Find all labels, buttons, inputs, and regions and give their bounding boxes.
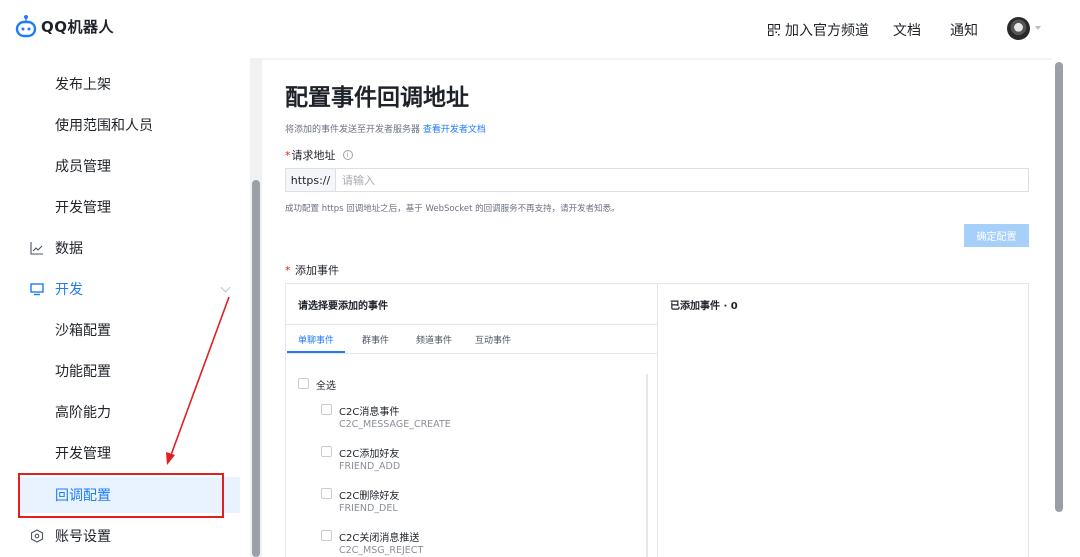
event-checkbox[interactable] bbox=[321, 488, 332, 499]
info-icon[interactable]: i bbox=[342, 150, 353, 160]
tab-group-events[interactable]: 群事件 bbox=[362, 333, 389, 346]
monitor-icon bbox=[30, 283, 44, 296]
sidebar-item-label: 开发管理 bbox=[55, 446, 111, 462]
page-title: 配置事件回调地址 bbox=[285, 85, 469, 111]
request-url-field: https:// bbox=[285, 168, 1029, 192]
sidebar-item-label: 功能配置 bbox=[55, 364, 111, 380]
sidebar-item-features[interactable]: 功能配置 bbox=[0, 353, 240, 389]
sidebar-item-account[interactable]: 账号设置 bbox=[0, 518, 240, 554]
tab-interaction-events[interactable]: 互动事件 bbox=[475, 333, 511, 346]
sidebar-item-sandbox[interactable]: 沙箱配置 bbox=[0, 312, 240, 348]
sidebar-item-publish[interactable]: 发布上架 bbox=[0, 66, 240, 102]
required-mark: * bbox=[285, 264, 291, 277]
main-scrollbar-thumb[interactable] bbox=[1055, 62, 1063, 512]
request-url-input[interactable] bbox=[336, 169, 1028, 191]
request-url-label-text: 请求地址 bbox=[291, 149, 336, 162]
event-list-scrollbar[interactable] bbox=[646, 374, 648, 557]
robot-logo-icon bbox=[15, 15, 37, 38]
event-code: FRIEND_DEL bbox=[339, 503, 398, 514]
page-description: 将添加的事件发送至开发者服务器 查看开发者文档 bbox=[285, 122, 486, 135]
tab-channel-events[interactable]: 频道事件 bbox=[416, 333, 452, 346]
sidebar-item-label: 开发管理 bbox=[55, 200, 111, 216]
annotation-highlight-box bbox=[18, 473, 224, 518]
added-events-title: 已添加事件 · 0 bbox=[670, 301, 738, 312]
tabs-divider bbox=[285, 353, 657, 354]
tab-c2c-events[interactable]: 单聊事件 bbox=[298, 333, 334, 346]
event-name: C2C消息事件 bbox=[339, 407, 400, 418]
sidebar-item-develop[interactable]: 开发 bbox=[0, 271, 240, 307]
top-bar: QQ机器人 加入官方频道 文档 通知 bbox=[0, 0, 1080, 58]
qr-code-icon bbox=[768, 24, 780, 36]
chevron-down-icon bbox=[220, 282, 231, 293]
sidebar-item-label: 开发 bbox=[55, 282, 83, 298]
hexagon-settings-icon bbox=[30, 529, 44, 543]
sidebar-item-data[interactable]: 数据 bbox=[0, 230, 240, 266]
event-checkbox[interactable] bbox=[321, 404, 332, 415]
event-name: C2C删除好友 bbox=[339, 491, 400, 502]
join-channel-label: 加入官方频道 bbox=[785, 23, 869, 39]
sidebar-scrollbar-thumb[interactable] bbox=[252, 180, 260, 557]
panel-divider bbox=[657, 283, 658, 557]
app-logo[interactable]: QQ机器人 bbox=[15, 14, 114, 38]
event-code: C2C_MESSAGE_CREATE bbox=[339, 419, 451, 430]
event-name: C2C添加好友 bbox=[339, 449, 400, 460]
sidebar-item-scope[interactable]: 使用范围和人员 bbox=[0, 107, 240, 143]
request-url-label: * 请求地址 i bbox=[285, 147, 353, 163]
url-note: 成功配置 https 回调地址之后，基于 WebSocket 的回调服务不再支持… bbox=[285, 204, 620, 214]
user-avatar[interactable] bbox=[1007, 17, 1030, 40]
sidebar-item-label: 使用范围和人员 bbox=[55, 118, 153, 134]
available-events-title: 请选择要添加的事件 bbox=[298, 301, 388, 312]
select-all-checkbox[interactable] bbox=[298, 378, 309, 389]
event-code: FRIEND_ADD bbox=[339, 461, 401, 472]
active-tab-indicator bbox=[287, 351, 345, 353]
sidebar-item-dev-management-1[interactable]: 开发管理 bbox=[0, 189, 240, 225]
add-event-label: * 添加事件 bbox=[285, 262, 339, 278]
event-checkbox[interactable] bbox=[321, 530, 332, 541]
sidebar-item-label: 沙箱配置 bbox=[55, 323, 111, 339]
sidebar-item-label: 高阶能力 bbox=[55, 405, 111, 421]
panel-header-divider bbox=[285, 324, 657, 325]
event-name: C2C关闭消息推送 bbox=[339, 533, 420, 544]
select-all-label: 全选 bbox=[316, 381, 336, 392]
developer-docs-link[interactable]: 查看开发者文档 bbox=[423, 125, 486, 135]
required-mark: * bbox=[285, 148, 291, 162]
sidebar-item-members[interactable]: 成员管理 bbox=[0, 148, 240, 184]
event-checkbox[interactable] bbox=[321, 446, 332, 457]
sidebar-item-label: 成员管理 bbox=[55, 159, 111, 175]
add-event-label-text: 添加事件 bbox=[295, 264, 339, 277]
sidebar-item-label: 发布上架 bbox=[55, 77, 111, 93]
confirm-config-button[interactable]: 确定配置 bbox=[964, 224, 1029, 247]
app-logo-text: QQ机器人 bbox=[41, 17, 115, 36]
docs-link[interactable]: 文档 bbox=[893, 20, 921, 40]
sidebar-item-advanced[interactable]: 高阶能力 bbox=[0, 394, 240, 430]
sidebar-item-label: 数据 bbox=[55, 241, 83, 257]
sidebar-item-label: 账号设置 bbox=[55, 529, 111, 545]
line-chart-icon bbox=[30, 242, 43, 255]
join-channel-link[interactable]: 加入官方频道 bbox=[768, 20, 869, 40]
description-text: 将添加的事件发送至开发者服务器 bbox=[285, 125, 421, 135]
notice-link[interactable]: 通知 bbox=[950, 20, 978, 40]
url-prefix: https:// bbox=[286, 169, 336, 191]
sidebar-item-dev-management-2[interactable]: 开发管理 bbox=[0, 435, 240, 471]
chevron-down-icon[interactable] bbox=[1035, 26, 1041, 30]
event-code: C2C_MSG_REJECT bbox=[339, 545, 424, 556]
